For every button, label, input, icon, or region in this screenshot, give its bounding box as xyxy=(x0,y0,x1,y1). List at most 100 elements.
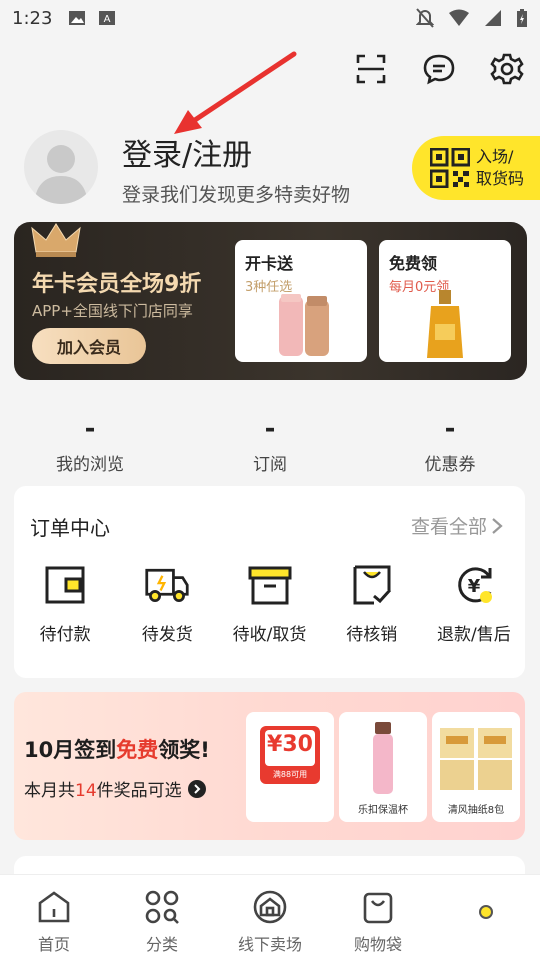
signin-title: 10月签到免费领奖! xyxy=(24,734,210,764)
stat-value: - xyxy=(84,414,96,444)
qr-code-icon xyxy=(430,148,470,188)
signin-title-checkin: 签到 xyxy=(74,738,117,762)
signin-sub-suffix: 件奖品可选 xyxy=(96,781,182,801)
signin-subtitle: 本月共14件奖品可选 xyxy=(24,776,206,801)
app-notification-icon: A xyxy=(99,11,116,25)
pickup-label-line1: 入场/ xyxy=(476,147,514,166)
prize-thermos-cup[interactable]: 乐扣保温杯 xyxy=(339,712,427,822)
prize-label: 清风抽纸8包 xyxy=(447,805,505,816)
wallet-icon xyxy=(45,566,85,604)
coupon-note: 满88可用 xyxy=(272,770,308,779)
wifi-icon xyxy=(449,9,469,26)
nav-mine[interactable] xyxy=(432,875,540,960)
scan-button[interactable] xyxy=(352,50,390,88)
top-actions xyxy=(352,50,526,88)
bottom-navigation: 首页 分类 线下卖场 购物袋 xyxy=(0,874,540,960)
mute-icon xyxy=(416,8,434,28)
status-time: 1:23 xyxy=(12,7,53,29)
thermos-cup-product-image xyxy=(373,722,393,794)
prize-label: 乐扣保温杯 xyxy=(358,805,408,816)
oil-bottle-product-image xyxy=(427,290,463,358)
tissue-pack-product-image xyxy=(440,728,512,790)
order-pending-verification[interactable]: 待核销 xyxy=(321,562,423,645)
pickup-label-line2: 取货码 xyxy=(476,169,525,188)
signin-reward-banner[interactable]: 10月签到免费领奖! 本月共14件奖品可选 ¥30 满88可用 乐扣保温杯 清风… xyxy=(14,692,525,840)
login-subtitle: 登录我们发现更多特卖好物 xyxy=(122,184,351,206)
login-register-link[interactable]: 登录/注册 xyxy=(122,130,252,174)
stat-value: - xyxy=(444,414,456,444)
member-subtitle: APP+全国线下门店同享 xyxy=(32,302,193,320)
nav-label: 首页 xyxy=(37,935,70,954)
verify-icon xyxy=(353,565,391,605)
order-label: 退款/售后 xyxy=(437,625,511,645)
order-status-list: 待付款 待发货 待收/取货 待核销 ¥ 退款/售后 xyxy=(14,562,525,645)
nav-offline-store[interactable]: 线下卖场 xyxy=(216,875,324,960)
stat-value: - xyxy=(264,414,276,444)
nav-label: 分类 xyxy=(145,935,178,954)
nav-home[interactable]: 首页 xyxy=(0,875,108,960)
message-button[interactable] xyxy=(420,50,458,88)
nav-shopping-bag[interactable]: 购物袋 xyxy=(324,875,432,960)
order-refund-aftersale[interactable]: ¥ 退款/售后 xyxy=(423,562,525,645)
nav-category[interactable]: 分类 xyxy=(108,875,216,960)
message-icon xyxy=(423,54,455,85)
signin-prize-count: 14 xyxy=(75,781,97,801)
view-all-orders-link[interactable]: 查看全部 xyxy=(411,512,503,539)
coupon-value: ¥30 xyxy=(267,732,313,757)
pickup-label: 入场/ 取货码 xyxy=(476,146,524,190)
crown-icon xyxy=(31,223,81,257)
nav-label: 购物袋 xyxy=(353,935,402,954)
truck-icon xyxy=(145,568,189,603)
annotation-arrow xyxy=(174,51,297,134)
signin-title-month: 10月 xyxy=(24,738,75,762)
store-icon xyxy=(253,890,287,924)
member-banner[interactable]: 年卡会员全场9折 APP+全国线下门店同享 加入会员 开卡送 3种任选 免费领 … xyxy=(14,222,527,380)
member-title: 年卡会员全场9折 xyxy=(32,272,202,297)
chevron-right-icon xyxy=(492,517,503,534)
card-gift-title: 开卡送 xyxy=(245,254,294,273)
nav-label: 线下卖场 xyxy=(237,935,302,954)
coupon-icon: ¥30 满88可用 xyxy=(260,726,320,784)
box-icon xyxy=(248,566,291,605)
prize-tissue-pack[interactable]: 清风抽纸8包 xyxy=(432,712,520,822)
stat-label: 订阅 xyxy=(253,455,287,475)
scan-icon xyxy=(356,54,386,84)
order-pending-payment[interactable]: 待付款 xyxy=(14,562,116,645)
stat-label: 优惠券 xyxy=(424,455,476,475)
image-notification-icon xyxy=(69,11,86,25)
prize-coupon[interactable]: ¥30 满88可用 xyxy=(246,712,334,822)
arrow-right-circle-icon xyxy=(187,779,206,798)
signin-title-free: 免费 xyxy=(116,738,159,762)
order-label: 待收/取货 xyxy=(232,625,307,645)
order-pending-shipment[interactable]: 待发货 xyxy=(116,562,218,645)
order-pending-receipt[interactable]: 待收/取货 xyxy=(218,562,320,645)
stat-subscriptions[interactable]: - 订阅 xyxy=(180,414,360,475)
stat-coupons[interactable]: - 优惠券 xyxy=(360,414,540,475)
signin-title-reward: 领奖! xyxy=(158,738,210,762)
thermos-product-image xyxy=(279,294,329,356)
svg-text:A: A xyxy=(104,14,111,25)
card-free-claim[interactable]: 免费领 每月0元领 xyxy=(379,240,511,362)
order-label: 待发货 xyxy=(141,625,193,645)
card-free-title: 免费领 xyxy=(389,254,438,273)
home-icon xyxy=(38,891,70,923)
status-bar: 1:23 A xyxy=(0,0,540,36)
shopping-bag-icon xyxy=(363,892,393,924)
category-grid-icon xyxy=(145,890,179,924)
refund-icon: ¥ xyxy=(458,567,492,603)
pickup-code-button[interactable]: 入场/ 取货码 xyxy=(412,136,540,200)
order-label: 待核销 xyxy=(346,625,398,645)
battery-icon xyxy=(517,9,527,27)
avatar[interactable] xyxy=(24,130,98,204)
stat-browse-history[interactable]: - 我的浏览 xyxy=(0,414,180,475)
stat-label: 我的浏览 xyxy=(56,455,124,475)
signal-icon xyxy=(485,10,501,26)
join-member-button[interactable]: 加入会员 xyxy=(32,328,146,364)
settings-button[interactable] xyxy=(488,50,526,88)
order-center: 订单中心 查看全部 待付款 待发货 待收/取货 待核销 ¥ 退款/售后 xyxy=(14,486,525,678)
gear-icon xyxy=(490,53,524,85)
view-all-label: 查看全部 xyxy=(410,516,487,538)
order-label: 待付款 xyxy=(39,625,91,645)
card-gift-card[interactable]: 开卡送 3种任选 xyxy=(235,240,367,362)
mine-dot-icon xyxy=(479,905,493,919)
